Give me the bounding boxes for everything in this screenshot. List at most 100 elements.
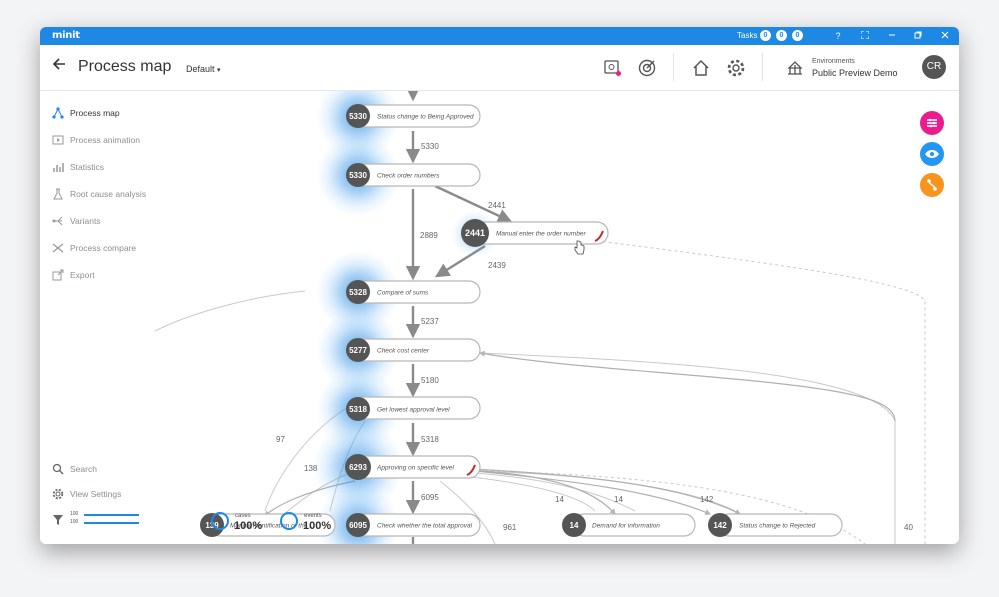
target-icon[interactable]	[636, 57, 658, 79]
filter-value: 100	[70, 511, 79, 517]
edge-arrow	[479, 470, 616, 515]
app-window: minit Tasks 0 0 0 ? Process map Default …	[40, 27, 959, 544]
sidebar-item-process-map[interactable]: Process map	[52, 105, 120, 121]
snapshot-icon[interactable]	[602, 57, 624, 79]
edge-label: 5318	[421, 435, 439, 444]
node-label: Approving on specific level	[376, 465, 455, 472]
task-count-badge[interactable]: 0	[776, 30, 787, 41]
process-map-icon	[52, 107, 64, 119]
search-button[interactable]: Search	[52, 461, 97, 477]
page-title: Process map	[78, 58, 172, 75]
events-label: events	[304, 513, 322, 519]
sidebar-item-label: Process compare	[70, 243, 137, 253]
edge-label: 40	[904, 523, 913, 532]
home-icon[interactable]	[690, 57, 712, 79]
sidebar-item-process-compare[interactable]: Process compare	[52, 240, 136, 256]
edge-label: 961	[503, 523, 517, 532]
sidebar-item-label: Process map	[70, 108, 120, 118]
view-settings-label: View Settings	[70, 489, 122, 499]
node-label: Check whether the total approval	[377, 523, 473, 530]
edge-label: 6095	[421, 493, 439, 502]
minimize-icon[interactable]	[885, 29, 899, 43]
environment-icon[interactable]	[784, 57, 806, 79]
avatar[interactable]: CR	[922, 55, 946, 79]
statistics-icon	[53, 163, 64, 172]
node-label: Status change to Rejected	[739, 523, 816, 530]
view-settings-button[interactable]: View Settings	[52, 486, 121, 502]
process-map-graph: 5330 5330 2441 5328 5277 5318 6293 6095 …	[155, 91, 926, 544]
sidebar: Process map Process animation Statistics…	[40, 91, 155, 544]
view-fab-button[interactable]	[920, 142, 944, 166]
node-label: Status change to Being Approved	[377, 114, 474, 121]
fullscreen-icon[interactable]	[858, 29, 872, 43]
back-arrow-icon[interactable]	[52, 57, 66, 76]
compare-icon	[52, 243, 64, 253]
cases-label: cases	[235, 513, 251, 519]
close-icon[interactable]	[938, 29, 952, 43]
app-header: Process map Default ▾ Environments Publi…	[40, 45, 959, 91]
tasks-label[interactable]: Tasks	[737, 31, 757, 40]
node-label: Check order numbers	[377, 173, 440, 180]
node-count: 2441	[465, 228, 485, 238]
edge-label: 5330	[421, 142, 439, 151]
sidebar-item-export[interactable]: Export	[52, 267, 95, 283]
filter-fab-button[interactable]	[920, 111, 944, 135]
background-edges	[155, 236, 926, 544]
sidebar-item-label: Statistics	[70, 162, 105, 172]
edge-label: 14	[555, 495, 564, 504]
node-label: Check cost center	[377, 348, 430, 355]
eye-icon	[925, 150, 939, 158]
events-value: 100%	[303, 520, 331, 532]
node-count: 6293	[349, 463, 367, 472]
animation-icon	[52, 135, 64, 145]
node-label: Manual enter the order number	[496, 231, 586, 238]
process-map-canvas[interactable]: 5330 5330 2441 5328 5277 5318 6293 6095 …	[155, 91, 959, 544]
cases-value: 100%	[234, 520, 262, 532]
variants-icon	[52, 216, 63, 226]
filter-sliders[interactable]: 100 100	[52, 511, 142, 531]
sliders-icon	[927, 118, 937, 128]
task-count-badge[interactable]: 0	[792, 30, 803, 41]
edge-label: 2439	[488, 261, 506, 270]
sidebar-item-statistics[interactable]: Statistics	[52, 159, 104, 175]
node-count: 5328	[349, 288, 367, 297]
help-button[interactable]: ?	[831, 29, 845, 43]
edge-label: 5180	[421, 376, 439, 385]
edge-label: 97	[276, 435, 285, 444]
gear-icon[interactable]	[725, 57, 747, 79]
sidebar-item-label: Process animation	[70, 135, 140, 145]
environment-value[interactable]: Public Preview Demo	[812, 68, 898, 78]
node-label: Get lowest approval level	[377, 407, 450, 414]
edge-label: 142	[700, 495, 714, 504]
edge-label: 2441	[488, 201, 506, 210]
sidebar-item-process-animation[interactable]: Process animation	[52, 132, 140, 148]
path-fab-button[interactable]	[920, 173, 944, 197]
node-count: 142	[713, 521, 727, 530]
task-count-badge[interactable]: 0	[760, 30, 771, 41]
node-count: 5330	[349, 112, 367, 121]
chevron-down-icon: ▾	[217, 67, 221, 74]
header-divider	[673, 53, 674, 81]
gear-icon	[52, 488, 64, 500]
cases-slider-track[interactable]	[84, 514, 139, 516]
node-label: Demand for information	[592, 523, 660, 530]
view-selector[interactable]: Default ▾	[186, 64, 221, 74]
header-divider	[762, 53, 763, 81]
node-label: Compare of sums	[377, 290, 429, 297]
export-icon	[52, 269, 64, 281]
edge-label: 14	[614, 495, 623, 504]
environment-label: Environments	[812, 58, 855, 65]
sidebar-item-root-cause[interactable]: Root cause analysis	[52, 186, 146, 202]
node-count: 14	[570, 521, 579, 530]
sidebar-item-label: Root cause analysis	[70, 189, 147, 199]
sidebar-item-variants[interactable]: Variants	[52, 213, 101, 229]
restore-icon[interactable]	[911, 29, 925, 43]
events-slider-track[interactable]	[84, 522, 139, 524]
node-count: 5277	[349, 346, 367, 355]
edge-label: 2889	[420, 231, 438, 240]
sidebar-item-label: Export	[70, 270, 95, 280]
sidebar-item-label: Variants	[70, 216, 101, 226]
search-label: Search	[70, 464, 97, 474]
edge-arrow	[469, 468, 742, 515]
node-count: 6095	[349, 521, 367, 530]
